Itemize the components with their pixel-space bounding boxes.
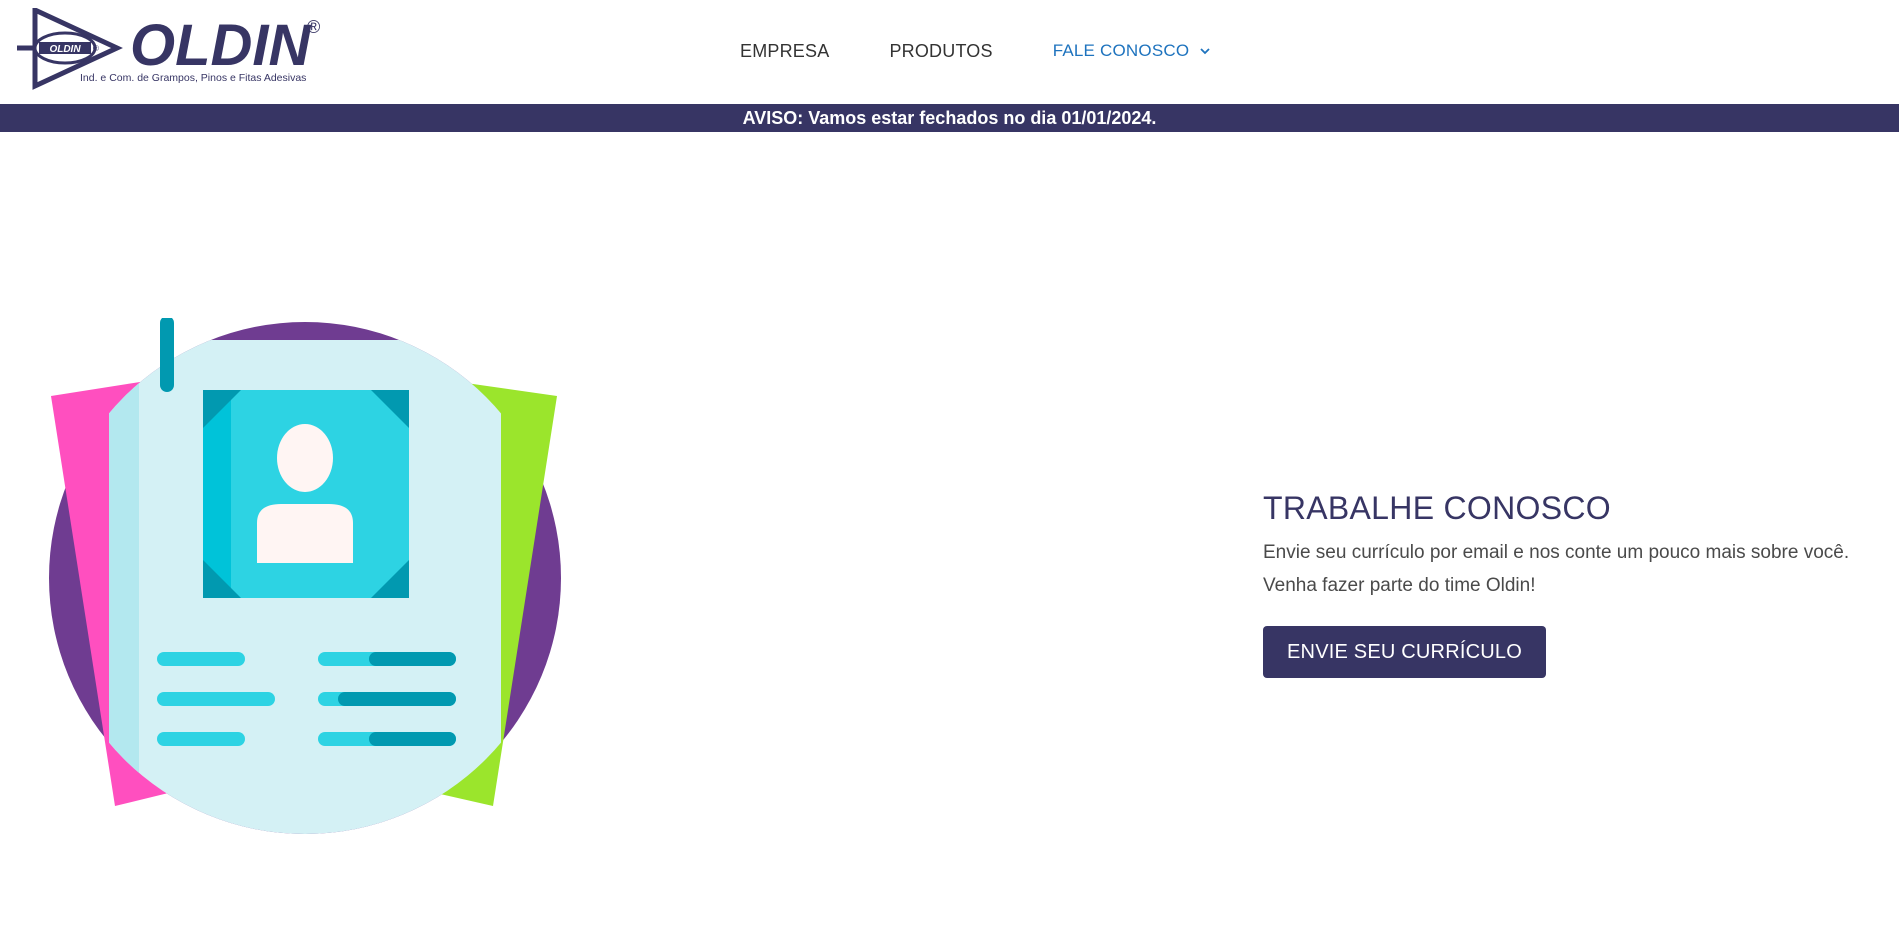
oldin-logo-icon: OLDIN ® OLDIN ® Ind. e Com. de Grampos, …: [17, 8, 320, 90]
notice-bar: AVISO: Vamos estar fechados no dia 01/01…: [0, 104, 1899, 132]
send-resume-button[interactable]: ENVIE SEU CURRÍCULO: [1263, 626, 1546, 678]
resume-icon: [49, 318, 561, 834]
chevron-down-icon: [1200, 48, 1210, 55]
logo[interactable]: OLDIN ® OLDIN ® Ind. e Com. de Grampos, …: [17, 8, 327, 90]
nav-item-fale-conosco-label: FALE CONOSCO: [1052, 41, 1190, 60]
nav-item-fale-conosco[interactable]: FALE CONOSCO: [1053, 41, 1212, 61]
main-nav: EMPRESA PRODUTOS FALE CONOSCO: [740, 38, 1211, 64]
logo-registered-mark: ®: [307, 17, 320, 37]
nav-item-produtos[interactable]: PRODUTOS: [889, 41, 992, 62]
careers-line-1: Envie seu currículo por email e nos cont…: [1263, 542, 1850, 563]
careers-line-2: Venha fazer parte do time Oldin!: [1263, 575, 1536, 596]
careers-title: TRABALHE CONOSCO: [1263, 490, 1611, 526]
careers-description: Envie seu currículo por email e nos cont…: [1263, 536, 1883, 602]
logo-badge-registered: ®: [93, 44, 99, 53]
resume-illustration: [45, 318, 565, 838]
site-header: OLDIN ® OLDIN ® Ind. e Com. de Grampos, …: [0, 0, 1899, 104]
logo-wordmark: OLDIN: [130, 13, 312, 78]
notice-text: AVISO: Vamos estar fechados no dia 01/01…: [742, 107, 1157, 128]
nav-item-empresa[interactable]: EMPRESA: [740, 41, 829, 62]
logo-tagline: Ind. e Com. de Grampos, Pinos e Fitas Ad…: [80, 72, 306, 84]
page: OLDIN ® OLDIN ® Ind. e Com. de Grampos, …: [0, 0, 1899, 927]
careers-section: TRABALHE CONOSCO Envie seu currículo por…: [1263, 488, 1883, 678]
logo-badge-text: OLDIN: [49, 44, 81, 55]
